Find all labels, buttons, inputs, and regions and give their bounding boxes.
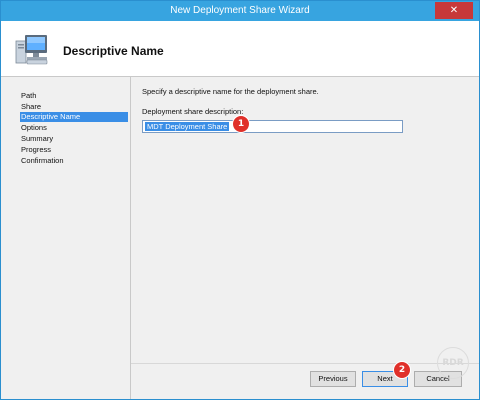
step-options[interactable]: Options <box>21 123 51 133</box>
close-button[interactable]: ✕ <box>435 2 473 19</box>
description-value: MDT Deployment Share <box>145 122 230 131</box>
step-path[interactable]: Path <box>21 91 40 101</box>
watermark-logo: RDR <box>437 347 469 379</box>
computer-icon <box>15 35 48 65</box>
watermark-text: RDR <box>442 358 464 368</box>
previous-button[interactable]: Previous <box>310 371 356 387</box>
step-progress[interactable]: Progress <box>21 145 55 155</box>
instruction-text: Specify a descriptive name for the deplo… <box>142 87 319 96</box>
window-title: New Deployment Share Wizard <box>170 5 310 16</box>
annotation-badge-1: 1 <box>233 116 249 132</box>
description-input[interactable]: MDT Deployment Share <box>142 120 403 133</box>
step-confirmation[interactable]: Confirmation <box>21 156 68 166</box>
wizard-window: New Deployment Share Wizard ✕ Descriptiv… <box>0 0 480 400</box>
wizard-header: Descriptive Name <box>1 21 479 77</box>
step-summary[interactable]: Summary <box>21 134 57 144</box>
step-share[interactable]: Share <box>21 102 45 112</box>
title-bar[interactable]: New Deployment Share Wizard ✕ <box>1 1 479 21</box>
step-descriptive-name[interactable]: Descriptive Name <box>20 112 128 122</box>
step-list: Path Share Descriptive Name Options Summ… <box>9 83 129 393</box>
close-icon: ✕ <box>449 5 459 16</box>
annotation-badge-2: 2 <box>394 362 410 378</box>
page-title: Descriptive Name <box>63 44 164 58</box>
content-pane: Specify a descriptive name for the deplo… <box>131 77 479 363</box>
footer-divider <box>131 363 479 364</box>
description-label: Deployment share description: <box>142 107 244 116</box>
